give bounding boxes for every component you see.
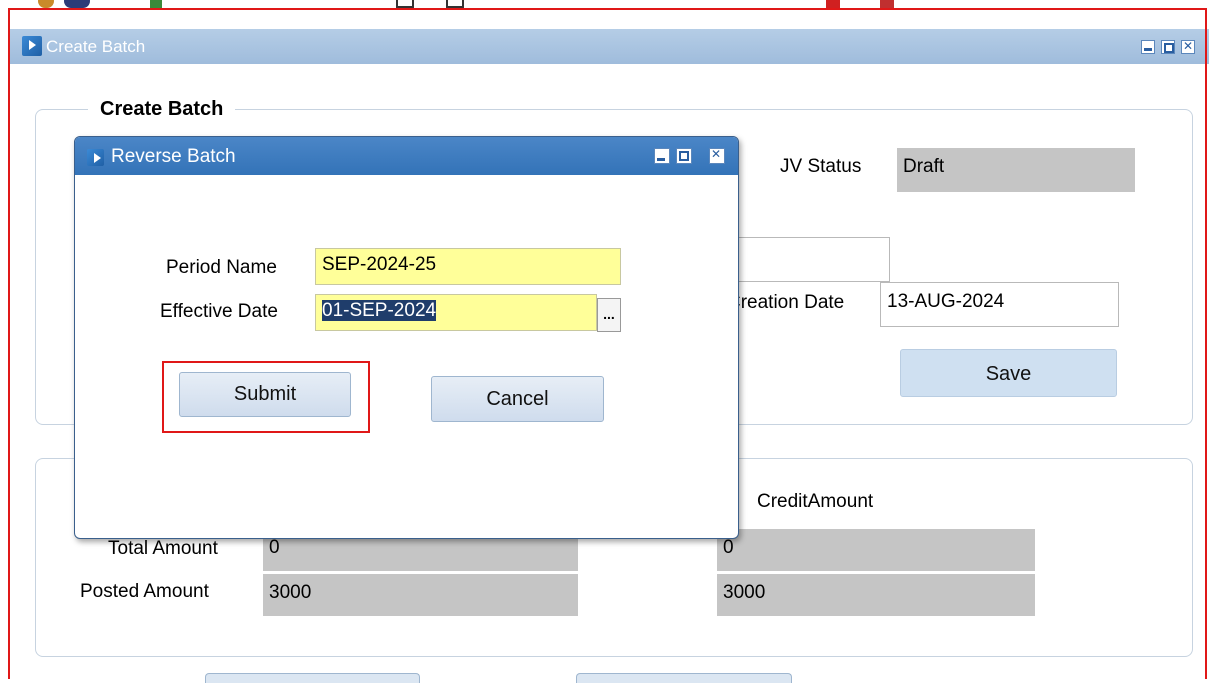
toolbar-strip (0, 0, 1209, 10)
toolbar-icon[interactable] (880, 0, 894, 8)
app-icon (22, 36, 42, 56)
toolbar-icon[interactable] (64, 0, 90, 8)
posted-debit-field: 3000 (263, 574, 578, 616)
jv-status-label: JV Status (780, 156, 862, 177)
total-credit-field: 0 (717, 529, 1035, 571)
dialog-minimize-icon[interactable] (654, 148, 670, 164)
dialog-app-icon (87, 149, 104, 166)
toolbar-icon[interactable] (396, 0, 414, 8)
period-name-label: Period Name (166, 257, 277, 278)
posted-credit-field: 3000 (717, 574, 1035, 616)
close-icon[interactable] (1181, 39, 1195, 54)
maximize-icon[interactable] (1161, 40, 1175, 54)
date-picker-button[interactable]: ... (597, 298, 621, 332)
submit-highlight-annotation (162, 361, 370, 433)
bottom-left-button[interactable] (205, 673, 420, 683)
effective-date-field[interactable]: 01-SEP-2024 (315, 294, 597, 331)
main-window-titlebar: Create Batch (10, 29, 1209, 64)
toolbar-icon[interactable] (446, 0, 464, 8)
jv-status-field: Draft (897, 148, 1135, 192)
dialog-maximize-icon[interactable] (676, 148, 692, 164)
cancel-button[interactable]: Cancel (431, 376, 604, 422)
dialog-close-icon[interactable] (709, 147, 725, 164)
total-amount-label: Total Amount (108, 538, 218, 559)
reverse-batch-dialog: Reverse Batch (74, 136, 739, 539)
posted-amount-label: Posted Amount (80, 581, 209, 602)
period-name-field[interactable]: SEP-2024-25 (315, 248, 621, 285)
bottom-right-button[interactable] (576, 673, 792, 683)
effective-date-label: Effective Date (160, 301, 278, 322)
creation-date-label: Creation Date (727, 292, 845, 313)
dialog-titlebar[interactable]: Reverse Batch (75, 137, 738, 175)
minimize-icon[interactable] (1141, 40, 1155, 54)
creation-date-field[interactable]: 13-AUG-2024 (880, 282, 1119, 327)
toolbar-icon[interactable] (38, 0, 54, 8)
main-window-title: Create Batch (46, 37, 146, 56)
effective-date-value: 01-SEP-2024 (322, 300, 437, 321)
save-button[interactable]: Save (900, 349, 1117, 397)
create-batch-group-title: Create Batch (88, 98, 236, 121)
toolbar-icon[interactable] (150, 0, 162, 8)
toolbar-icon[interactable] (826, 0, 840, 8)
dialog-title: Reverse Batch (111, 146, 236, 167)
credit-amount-header: CreditAmount (757, 491, 874, 512)
